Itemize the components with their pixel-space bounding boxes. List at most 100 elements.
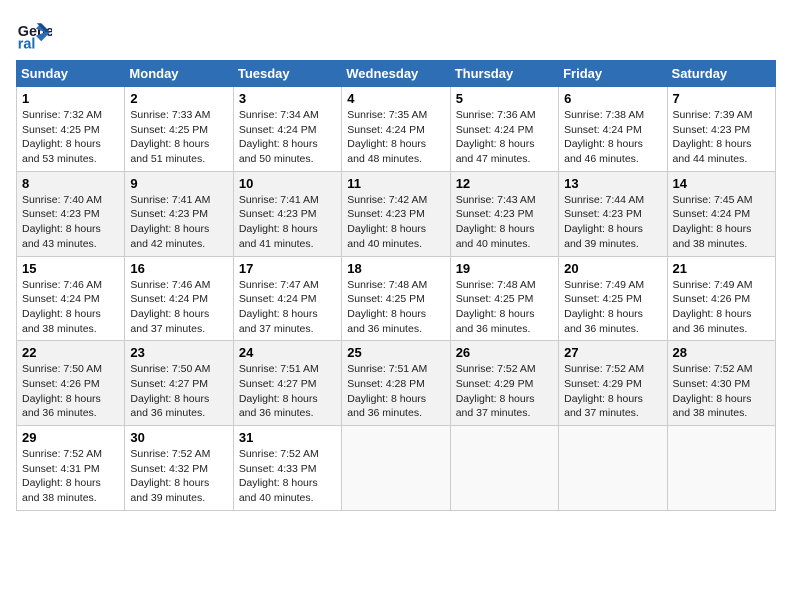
day-info: Sunrise: 7:41 AMSunset: 4:23 PMDaylight:… [130, 194, 210, 250]
day-number: 25 [347, 345, 444, 360]
day-number: 5 [456, 91, 553, 106]
day-info: Sunrise: 7:34 AMSunset: 4:24 PMDaylight:… [239, 109, 319, 165]
page-header: Gene ral [16, 16, 776, 52]
calendar-cell: 3 Sunrise: 7:34 AMSunset: 4:24 PMDayligh… [233, 87, 341, 172]
calendar-cell [559, 426, 667, 511]
calendar-cell: 29 Sunrise: 7:52 AMSunset: 4:31 PMDaylig… [17, 426, 125, 511]
day-number: 20 [564, 261, 661, 276]
day-number: 23 [130, 345, 227, 360]
day-info: Sunrise: 7:45 AMSunset: 4:24 PMDaylight:… [673, 194, 753, 250]
calendar-cell: 24 Sunrise: 7:51 AMSunset: 4:27 PMDaylig… [233, 341, 341, 426]
day-number: 13 [564, 176, 661, 191]
day-info: Sunrise: 7:48 AMSunset: 4:25 PMDaylight:… [456, 279, 536, 335]
day-info: Sunrise: 7:52 AMSunset: 4:30 PMDaylight:… [673, 363, 753, 419]
day-info: Sunrise: 7:52 AMSunset: 4:31 PMDaylight:… [22, 448, 102, 504]
day-number: 21 [673, 261, 770, 276]
day-number: 22 [22, 345, 119, 360]
day-info: Sunrise: 7:33 AMSunset: 4:25 PMDaylight:… [130, 109, 210, 165]
day-info: Sunrise: 7:44 AMSunset: 4:23 PMDaylight:… [564, 194, 644, 250]
logo: Gene ral [16, 16, 56, 52]
calendar-cell: 28 Sunrise: 7:52 AMSunset: 4:30 PMDaylig… [667, 341, 775, 426]
calendar-cell: 19 Sunrise: 7:48 AMSunset: 4:25 PMDaylig… [450, 256, 558, 341]
svg-text:ral: ral [18, 36, 36, 52]
calendar-cell: 10 Sunrise: 7:41 AMSunset: 4:23 PMDaylig… [233, 171, 341, 256]
calendar-header-row: SundayMondayTuesdayWednesdayThursdayFrid… [17, 61, 776, 87]
day-number: 29 [22, 430, 119, 445]
calendar-cell: 27 Sunrise: 7:52 AMSunset: 4:29 PMDaylig… [559, 341, 667, 426]
calendar-cell: 13 Sunrise: 7:44 AMSunset: 4:23 PMDaylig… [559, 171, 667, 256]
calendar-cell: 5 Sunrise: 7:36 AMSunset: 4:24 PMDayligh… [450, 87, 558, 172]
day-number: 11 [347, 176, 444, 191]
day-number: 31 [239, 430, 336, 445]
logo-icon: Gene ral [16, 16, 52, 52]
weekday-header: Saturday [667, 61, 775, 87]
calendar-cell: 30 Sunrise: 7:52 AMSunset: 4:32 PMDaylig… [125, 426, 233, 511]
day-number: 3 [239, 91, 336, 106]
day-info: Sunrise: 7:49 AMSunset: 4:26 PMDaylight:… [673, 279, 753, 335]
day-info: Sunrise: 7:46 AMSunset: 4:24 PMDaylight:… [130, 279, 210, 335]
day-info: Sunrise: 7:52 AMSunset: 4:33 PMDaylight:… [239, 448, 319, 504]
calendar-week-row: 1 Sunrise: 7:32 AMSunset: 4:25 PMDayligh… [17, 87, 776, 172]
calendar-cell [450, 426, 558, 511]
day-number: 26 [456, 345, 553, 360]
calendar-cell: 11 Sunrise: 7:42 AMSunset: 4:23 PMDaylig… [342, 171, 450, 256]
day-number: 28 [673, 345, 770, 360]
calendar-week-row: 29 Sunrise: 7:52 AMSunset: 4:31 PMDaylig… [17, 426, 776, 511]
day-info: Sunrise: 7:49 AMSunset: 4:25 PMDaylight:… [564, 279, 644, 335]
day-info: Sunrise: 7:46 AMSunset: 4:24 PMDaylight:… [22, 279, 102, 335]
weekday-header: Monday [125, 61, 233, 87]
day-info: Sunrise: 7:35 AMSunset: 4:24 PMDaylight:… [347, 109, 427, 165]
calendar-cell: 6 Sunrise: 7:38 AMSunset: 4:24 PMDayligh… [559, 87, 667, 172]
calendar-week-row: 8 Sunrise: 7:40 AMSunset: 4:23 PMDayligh… [17, 171, 776, 256]
weekday-header: Thursday [450, 61, 558, 87]
day-info: Sunrise: 7:47 AMSunset: 4:24 PMDaylight:… [239, 279, 319, 335]
day-number: 6 [564, 91, 661, 106]
day-info: Sunrise: 7:52 AMSunset: 4:32 PMDaylight:… [130, 448, 210, 504]
day-info: Sunrise: 7:38 AMSunset: 4:24 PMDaylight:… [564, 109, 644, 165]
day-number: 24 [239, 345, 336, 360]
day-number: 9 [130, 176, 227, 191]
day-info: Sunrise: 7:51 AMSunset: 4:28 PMDaylight:… [347, 363, 427, 419]
calendar-cell: 8 Sunrise: 7:40 AMSunset: 4:23 PMDayligh… [17, 171, 125, 256]
day-number: 16 [130, 261, 227, 276]
day-number: 15 [22, 261, 119, 276]
calendar-cell: 1 Sunrise: 7:32 AMSunset: 4:25 PMDayligh… [17, 87, 125, 172]
day-number: 18 [347, 261, 444, 276]
calendar-cell: 23 Sunrise: 7:50 AMSunset: 4:27 PMDaylig… [125, 341, 233, 426]
day-number: 19 [456, 261, 553, 276]
weekday-header: Wednesday [342, 61, 450, 87]
weekday-header: Tuesday [233, 61, 341, 87]
calendar-cell: 31 Sunrise: 7:52 AMSunset: 4:33 PMDaylig… [233, 426, 341, 511]
day-info: Sunrise: 7:39 AMSunset: 4:23 PMDaylight:… [673, 109, 753, 165]
calendar-cell: 7 Sunrise: 7:39 AMSunset: 4:23 PMDayligh… [667, 87, 775, 172]
day-info: Sunrise: 7:32 AMSunset: 4:25 PMDaylight:… [22, 109, 102, 165]
day-info: Sunrise: 7:50 AMSunset: 4:27 PMDaylight:… [130, 363, 210, 419]
day-number: 2 [130, 91, 227, 106]
calendar-cell: 25 Sunrise: 7:51 AMSunset: 4:28 PMDaylig… [342, 341, 450, 426]
day-info: Sunrise: 7:52 AMSunset: 4:29 PMDaylight:… [564, 363, 644, 419]
calendar-cell: 16 Sunrise: 7:46 AMSunset: 4:24 PMDaylig… [125, 256, 233, 341]
day-number: 7 [673, 91, 770, 106]
day-info: Sunrise: 7:36 AMSunset: 4:24 PMDaylight:… [456, 109, 536, 165]
day-number: 1 [22, 91, 119, 106]
day-info: Sunrise: 7:52 AMSunset: 4:29 PMDaylight:… [456, 363, 536, 419]
day-info: Sunrise: 7:42 AMSunset: 4:23 PMDaylight:… [347, 194, 427, 250]
calendar-cell: 12 Sunrise: 7:43 AMSunset: 4:23 PMDaylig… [450, 171, 558, 256]
day-info: Sunrise: 7:48 AMSunset: 4:25 PMDaylight:… [347, 279, 427, 335]
calendar-week-row: 22 Sunrise: 7:50 AMSunset: 4:26 PMDaylig… [17, 341, 776, 426]
day-number: 8 [22, 176, 119, 191]
calendar-cell: 14 Sunrise: 7:45 AMSunset: 4:24 PMDaylig… [667, 171, 775, 256]
weekday-header: Sunday [17, 61, 125, 87]
calendar-cell: 17 Sunrise: 7:47 AMSunset: 4:24 PMDaylig… [233, 256, 341, 341]
day-number: 14 [673, 176, 770, 191]
calendar-table: SundayMondayTuesdayWednesdayThursdayFrid… [16, 60, 776, 511]
day-info: Sunrise: 7:41 AMSunset: 4:23 PMDaylight:… [239, 194, 319, 250]
day-number: 4 [347, 91, 444, 106]
page-container: Gene ral SundayMondayTuesdayWednesdayThu… [0, 0, 792, 612]
calendar-cell: 22 Sunrise: 7:50 AMSunset: 4:26 PMDaylig… [17, 341, 125, 426]
calendar-cell: 20 Sunrise: 7:49 AMSunset: 4:25 PMDaylig… [559, 256, 667, 341]
calendar-cell: 21 Sunrise: 7:49 AMSunset: 4:26 PMDaylig… [667, 256, 775, 341]
calendar-cell: 15 Sunrise: 7:46 AMSunset: 4:24 PMDaylig… [17, 256, 125, 341]
calendar-cell [667, 426, 775, 511]
day-info: Sunrise: 7:43 AMSunset: 4:23 PMDaylight:… [456, 194, 536, 250]
